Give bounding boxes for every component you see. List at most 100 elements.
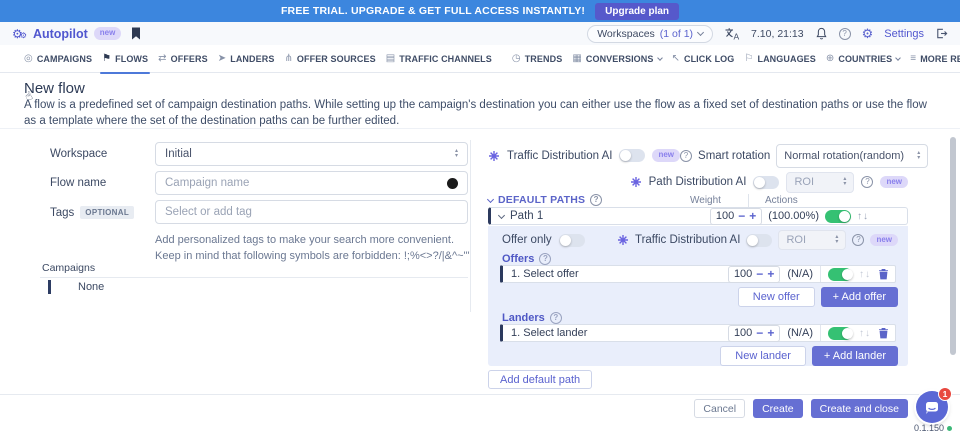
- translate-icon[interactable]: A: [724, 27, 740, 40]
- landers-help-icon[interactable]: ?: [550, 312, 562, 324]
- plus-button[interactable]: +: [767, 327, 774, 339]
- campaigns-label: Campaigns: [42, 262, 95, 274]
- ai-sparkle-icon: [488, 150, 500, 162]
- chat-icon: [924, 399, 940, 415]
- flow-name-label: Flow name: [50, 177, 106, 189]
- add-offer-button[interactable]: + Add offer: [821, 287, 898, 307]
- smart-rotation-label: Smart rotation: [698, 150, 770, 162]
- lander-weight-value[interactable]: 100: [734, 327, 752, 339]
- offer-name[interactable]: 1. Select offer: [511, 268, 579, 280]
- path-weight-value[interactable]: 100: [716, 210, 734, 222]
- tab-trends[interactable]: ◷TRENDS: [512, 45, 562, 73]
- tab-countries[interactable]: ⊕COUNTRIES: [826, 45, 900, 73]
- help-icon[interactable]: ?: [839, 28, 851, 40]
- reorder-arrows[interactable]: ↑↓: [859, 328, 871, 339]
- version-label: 0.1.150: [914, 423, 952, 433]
- minus-button[interactable]: −: [738, 210, 745, 222]
- main-nav: ◎CAMPAIGNS ⚑FLOWS ⇄OFFERS ➤LANDERS ⋔OFFE…: [0, 45, 960, 73]
- tab-flows[interactable]: ⚑FLOWS: [102, 45, 148, 73]
- campaign-accent-bar: [48, 280, 51, 294]
- path-traffic-ai-toggle[interactable]: [746, 234, 772, 247]
- path-ai-metric-value: ROI: [794, 176, 814, 188]
- logo-text: Autopilot: [33, 27, 88, 41]
- add-default-path-button[interactable]: Add default path: [488, 370, 592, 389]
- new-badge: new: [870, 234, 898, 246]
- minus-button[interactable]: −: [756, 327, 763, 339]
- offer-enabled-toggle[interactable]: [828, 268, 852, 281]
- reorder-arrows[interactable]: ↑↓: [857, 211, 869, 222]
- minus-button[interactable]: −: [756, 268, 763, 280]
- new-offer-button[interactable]: New offer: [738, 287, 815, 307]
- tab-campaigns[interactable]: ◎CAMPAIGNS: [24, 45, 92, 73]
- flow-name-input[interactable]: [165, 177, 447, 189]
- app-logo[interactable]: ⚙⚙ Autopilot new: [12, 27, 121, 41]
- bookmark-icon[interactable]: [131, 27, 141, 40]
- path-traffic-ai-help-icon[interactable]: ?: [852, 234, 864, 246]
- scrollbar-thumb[interactable]: [950, 137, 956, 355]
- path-weight-stepper: 100 − +: [710, 208, 762, 225]
- smart-rotation-value: Normal rotation(random): [784, 150, 904, 162]
- add-lander-button[interactable]: + Add lander: [812, 346, 898, 366]
- ai-sparkle-icon: [630, 176, 642, 188]
- workspaces-label: Workspaces: [597, 28, 655, 40]
- tab-offers[interactable]: ⇄OFFERS: [158, 45, 208, 73]
- lander-stat: (N/A): [787, 327, 813, 339]
- path-ai-help-icon[interactable]: ?: [861, 176, 873, 188]
- tab-more-reports[interactable]: ≡MORE REPORTS: [910, 45, 960, 73]
- select-carets-icon: ▴▾: [917, 151, 920, 161]
- actions-column-header: Actions: [765, 195, 798, 206]
- workspaces-selector[interactable]: Workspaces (1 of 1): [587, 25, 713, 43]
- path-ai-metric-select[interactable]: ROI ▴▾: [786, 172, 854, 193]
- workspace-select[interactable]: Initial ▴▾: [155, 142, 468, 166]
- flow-color-dot[interactable]: [447, 178, 458, 189]
- create-and-close-button[interactable]: Create and close: [811, 399, 908, 418]
- settings-link[interactable]: Settings: [884, 28, 924, 40]
- delete-lander-icon[interactable]: [878, 327, 889, 339]
- offers-help-icon[interactable]: ?: [539, 253, 551, 265]
- select-carets-icon: ▴▾: [843, 177, 846, 187]
- smart-rotation-help-icon[interactable]: ?: [680, 150, 692, 162]
- delete-offer-icon[interactable]: [878, 268, 889, 280]
- globe-icon: ⊕: [826, 53, 834, 64]
- tags-label-row: Tags OPTIONAL: [50, 206, 134, 219]
- smart-rotation-select[interactable]: Normal rotation(random) ▴▾: [776, 144, 928, 168]
- campaigns-divider: [40, 277, 468, 278]
- cancel-button[interactable]: Cancel: [694, 399, 745, 418]
- tab-landers[interactable]: ➤LANDERS: [218, 45, 275, 73]
- reorder-arrows[interactable]: ↑↓: [859, 269, 871, 280]
- new-lander-button[interactable]: New lander: [720, 346, 806, 366]
- path-enabled-toggle[interactable]: [825, 210, 851, 223]
- chevron-down-icon: [487, 195, 494, 202]
- create-button[interactable]: Create: [753, 399, 803, 418]
- plus-button[interactable]: +: [767, 268, 774, 280]
- default-paths-help-icon[interactable]: ?: [590, 194, 602, 206]
- lander-row: 1. Select lander 100 − + (N/A) ↑↓: [500, 324, 896, 342]
- upgrade-plan-button[interactable]: Upgrade plan: [595, 3, 679, 20]
- tags-input[interactable]: [165, 206, 458, 218]
- tab-traffic-channels[interactable]: ▤TRAFFIC CHANNELS: [386, 45, 492, 73]
- lander-weight-stepper: 100 − +: [728, 325, 780, 342]
- tab-languages[interactable]: ⚐LANGUAGES: [744, 45, 815, 73]
- path-name: Path 1: [510, 210, 543, 222]
- path-ai-toggle[interactable]: [753, 176, 779, 189]
- logout-icon[interactable]: [935, 27, 948, 40]
- offer-weight-value[interactable]: 100: [734, 268, 752, 280]
- offer-only-toggle[interactable]: [559, 234, 585, 247]
- tab-conversions[interactable]: ▦CONVERSIONS: [572, 45, 661, 73]
- card-icon: ▤: [386, 53, 396, 64]
- bell-icon[interactable]: [815, 27, 828, 40]
- chat-widget-button[interactable]: 1: [916, 391, 948, 423]
- traffic-ai-toggle[interactable]: [619, 149, 645, 162]
- path-traffic-ai-metric-select[interactable]: ROI ▴▾: [778, 230, 846, 250]
- tab-click-log[interactable]: ↖CLICK LOG: [672, 45, 735, 73]
- new-badge: new: [880, 176, 908, 188]
- datetime-display: 7.10, 21:13: [751, 28, 804, 40]
- lander-enabled-toggle[interactable]: [828, 327, 852, 340]
- chevron-down-icon[interactable]: [498, 211, 505, 218]
- clock-icon: ◷: [512, 53, 521, 64]
- path-detail-panel: Offer only Traffic Distribution AI ROI ▴…: [488, 226, 908, 366]
- tab-offer-sources[interactable]: ⋔OFFER SOURCES: [284, 45, 375, 73]
- lander-name[interactable]: 1. Select lander: [511, 327, 587, 339]
- plus-button[interactable]: +: [749, 210, 756, 222]
- gear-icon[interactable]: ⚙: [862, 27, 874, 40]
